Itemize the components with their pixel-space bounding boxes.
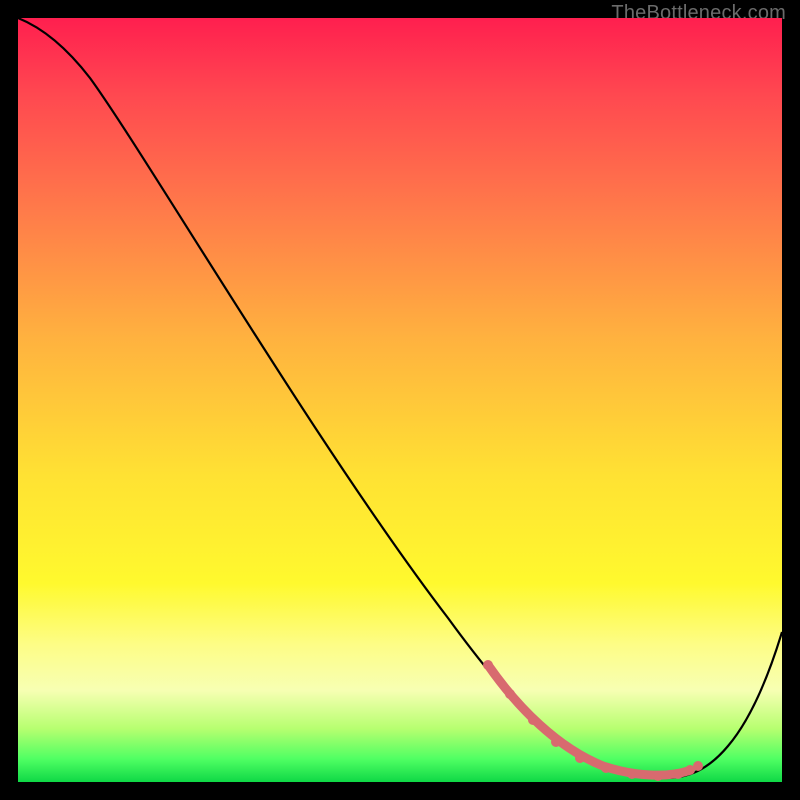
bottleneck-curve <box>18 18 782 778</box>
chart-stage: TheBottleneck.com <box>0 0 800 800</box>
plot-area <box>18 18 782 782</box>
curve-layer <box>18 18 782 782</box>
valley-marker-group <box>488 665 688 775</box>
